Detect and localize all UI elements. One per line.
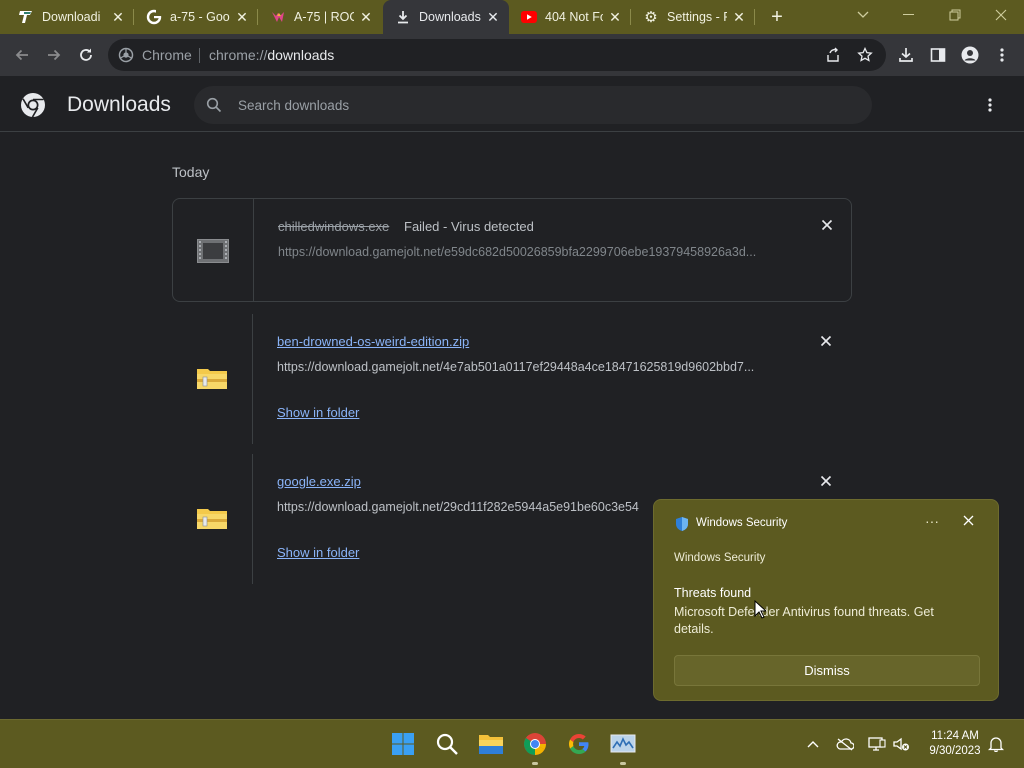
- profile-avatar-icon[interactable]: [959, 44, 981, 66]
- download-url[interactable]: https://download.gamejolt.net/29cd11f282…: [277, 500, 649, 514]
- notification-subtitle: Windows Security: [674, 552, 766, 564]
- share-icon[interactable]: [822, 45, 844, 65]
- close-icon[interactable]: ✕: [358, 9, 374, 25]
- download-url[interactable]: https://download.gamejolt.net/4e7ab501a0…: [277, 360, 777, 374]
- close-icon[interactable]: ✕: [485, 9, 501, 25]
- restore-button[interactable]: [932, 0, 978, 30]
- tab-youtube-404[interactable]: 404 Not Fo ✕: [509, 0, 631, 34]
- more-actions-icon[interactable]: [978, 95, 1002, 115]
- gear-icon: ⚙: [644, 9, 658, 26]
- notification-bell-icon[interactable]: [985, 734, 1007, 754]
- tab-downloading[interactable]: Downloadi ✕: [6, 0, 134, 34]
- google-app-icon[interactable]: [564, 729, 594, 759]
- remove-download-icon[interactable]: [816, 471, 836, 491]
- close-icon[interactable]: ✕: [234, 9, 250, 25]
- close-icon[interactable]: ✕: [110, 9, 126, 25]
- reload-button[interactable]: [72, 41, 100, 69]
- youtube-icon: [521, 9, 537, 25]
- search-icon: [206, 97, 222, 113]
- close-notification-icon[interactable]: [958, 513, 978, 530]
- chrome-page-icon: [118, 47, 134, 63]
- download-url[interactable]: https://download.gamejolt.net/e59dc682d5…: [278, 245, 778, 259]
- close-window-button[interactable]: [978, 0, 1024, 30]
- notification-body: Microsoft Defender Antivirus found threa…: [674, 605, 934, 636]
- chrome-logo-icon: [20, 92, 46, 118]
- minimize-button[interactable]: [886, 0, 932, 30]
- onedrive-icon[interactable]: [834, 734, 856, 754]
- tab-search-icon[interactable]: [840, 0, 886, 30]
- notification-heading: Threats found: [674, 586, 752, 600]
- chrome-taskbar-icon[interactable]: [520, 729, 550, 759]
- back-button[interactable]: [8, 41, 36, 69]
- close-icon[interactable]: ✕: [731, 9, 747, 25]
- address-bar[interactable]: Chrome chrome://downloads: [108, 39, 886, 71]
- download-filename[interactable]: ben-drowned-os-weird-edition.zip: [277, 334, 469, 349]
- url-text: chrome://downloads: [209, 47, 335, 63]
- network-icon[interactable]: [866, 734, 888, 754]
- download-item: ben-drowned-os-weird-edition.zip https:/…: [172, 314, 852, 444]
- taskbar-search-icon[interactable]: [432, 729, 462, 759]
- search-downloads-input[interactable]: [238, 86, 858, 124]
- download-filename[interactable]: chilledwindows.exe: [278, 219, 389, 234]
- downloads-header: Downloads: [0, 76, 1024, 132]
- file-explorer-icon[interactable]: [476, 729, 506, 759]
- mouse-cursor-icon: [754, 600, 766, 619]
- tab-strip: Downloadi ✕ a-75 - Goo ✕ A-75 | ROO ✕ Do…: [0, 0, 1024, 34]
- chevron-up-icon[interactable]: [802, 734, 824, 754]
- download-filename[interactable]: google.exe.zip: [277, 474, 361, 489]
- download-status: Failed - Virus detected: [404, 219, 534, 234]
- zip-folder-icon: [196, 506, 228, 530]
- clock-time: 11:24 AM: [931, 730, 979, 742]
- dismiss-button[interactable]: Dismiss: [674, 655, 980, 686]
- speaker-muted-icon[interactable]: [890, 734, 912, 754]
- show-in-folder-link[interactable]: Show in folder: [277, 405, 359, 420]
- new-tab-button[interactable]: +: [764, 5, 790, 29]
- download-icon: [395, 9, 411, 25]
- tab-google-search[interactable]: a-75 - Goo ✕: [134, 0, 258, 34]
- chrome-menu-icon[interactable]: [991, 44, 1013, 66]
- tab-settings[interactable]: ⚙ Settings - P ✕: [631, 0, 755, 34]
- bookmark-star-icon[interactable]: [854, 45, 876, 65]
- notification-app-name: Windows Security: [696, 517, 788, 529]
- more-options-icon[interactable]: ···: [922, 513, 942, 529]
- side-panel-icon[interactable]: [927, 44, 949, 66]
- page-scheme-label: Chrome: [142, 47, 192, 63]
- zip-folder-icon: [196, 366, 228, 390]
- tab-downloads[interactable]: Downloads ✕: [383, 0, 509, 34]
- start-button[interactable]: [388, 729, 418, 759]
- downloads-icon[interactable]: [895, 44, 917, 66]
- date-section-heading: Today: [172, 164, 210, 180]
- gamejolt-icon: [18, 9, 34, 25]
- remove-download-icon[interactable]: [817, 215, 837, 235]
- search-box[interactable]: [194, 86, 872, 124]
- download-item: chilledwindows.exe Failed - Virus detect…: [172, 198, 852, 302]
- clock-date: 9/30/2023: [929, 745, 981, 757]
- remove-download-icon[interactable]: [816, 331, 836, 351]
- windows-security-notification[interactable]: Windows Security ··· Windows Security Th…: [653, 499, 999, 701]
- system-clock[interactable]: 11:24 AM 9/30/2023: [918, 729, 992, 759]
- google-icon: [146, 9, 162, 25]
- tab-roblox-wiki[interactable]: A-75 | ROO ✕: [258, 0, 382, 34]
- forward-button[interactable]: [40, 41, 68, 69]
- monitor-app-icon[interactable]: [608, 729, 638, 759]
- shield-icon: [674, 516, 690, 532]
- close-icon[interactable]: ✕: [607, 9, 623, 25]
- browser-toolbar: Chrome chrome://downloads: [0, 34, 1024, 76]
- page-title: Downloads: [67, 93, 171, 116]
- show-in-folder-link[interactable]: Show in folder: [277, 545, 359, 560]
- roblox-wiki-icon: [270, 9, 286, 25]
- windows-taskbar: 11:24 AM 9/30/2023: [0, 719, 1024, 768]
- exe-file-icon: [197, 239, 229, 263]
